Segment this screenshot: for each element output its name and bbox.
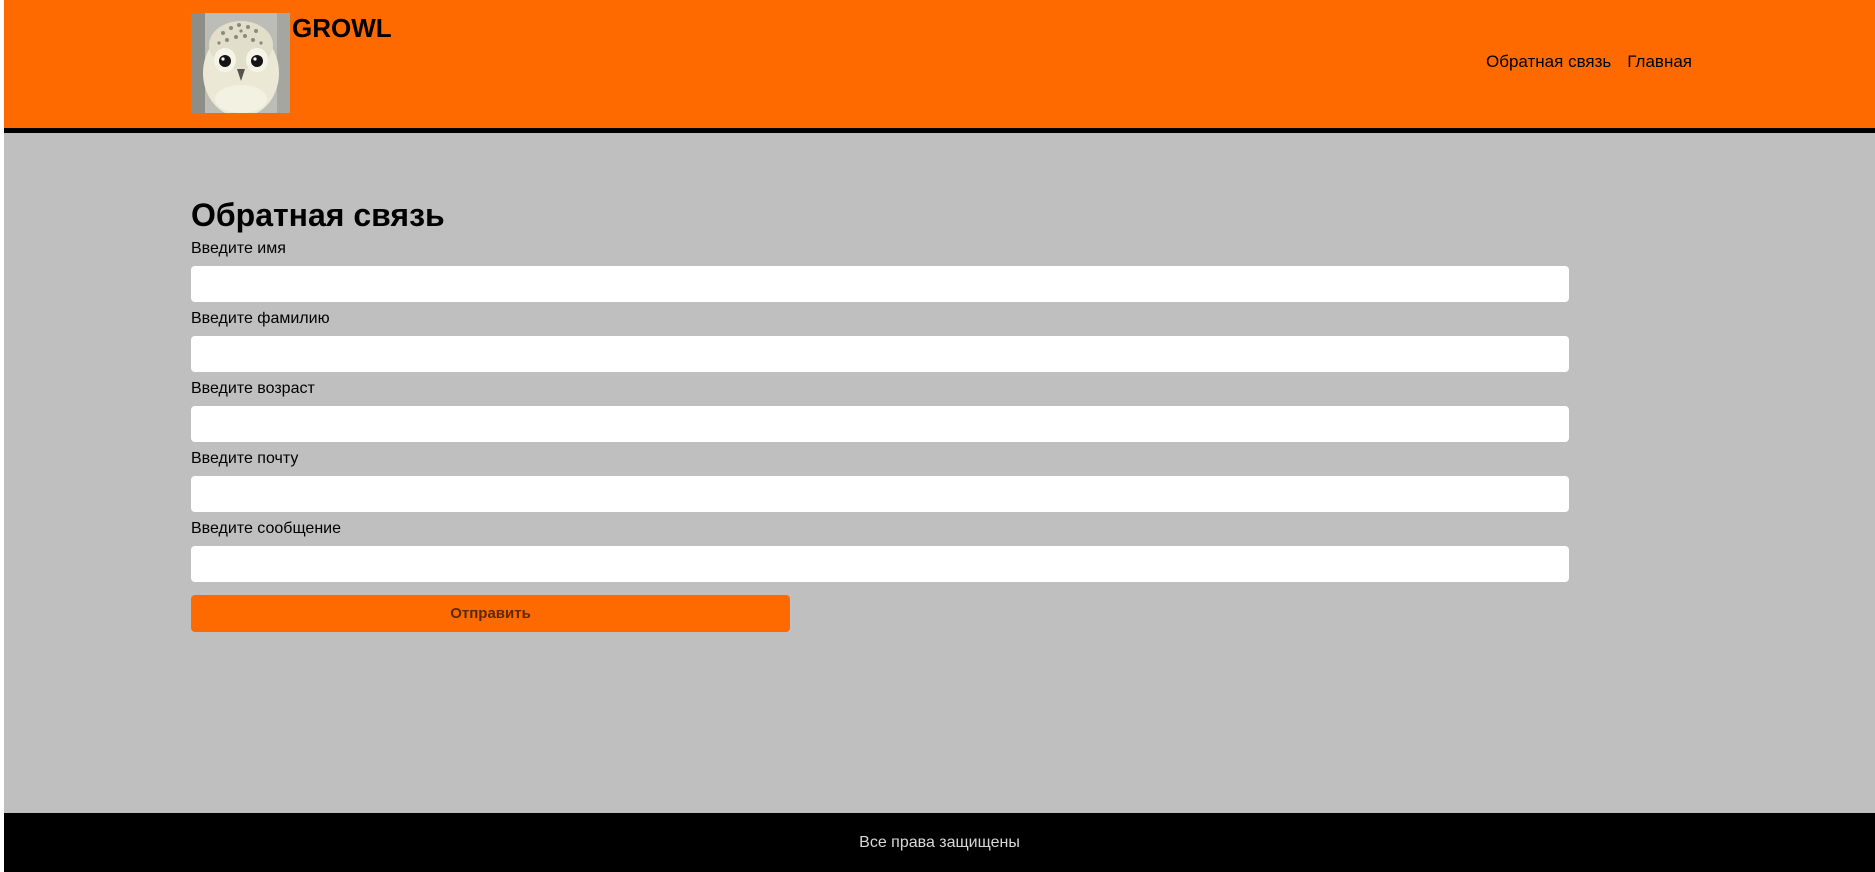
- email-input[interactable]: [191, 476, 1569, 512]
- main-nav: Обратная связь Главная: [1486, 52, 1692, 72]
- age-input[interactable]: [191, 406, 1569, 442]
- page: GROWL Обратная связь Главная Обратная св…: [4, 0, 1875, 872]
- first-name-label: Введите имя: [191, 240, 286, 257]
- last-name-label: Введите фамилию: [191, 310, 330, 327]
- brand-name: GROWL: [292, 13, 392, 43]
- last-name-input[interactable]: [191, 336, 1569, 372]
- first-name-input[interactable]: [191, 266, 1569, 302]
- nav-link-feedback[interactable]: Обратная связь: [1486, 52, 1611, 72]
- email-label: Введите почту: [191, 450, 299, 467]
- message-input[interactable]: [191, 546, 1569, 582]
- copyright-text: Все права защищены: [859, 833, 1020, 851]
- page-title: Обратная связь: [191, 197, 445, 233]
- owl-logo-icon[interactable]: [191, 13, 290, 113]
- site-footer: Все права защищены: [4, 813, 1875, 872]
- nav-link-home[interactable]: Главная: [1627, 52, 1692, 72]
- site-header: GROWL Обратная связь Главная: [4, 0, 1875, 133]
- owl-photo-icon: [191, 13, 290, 113]
- message-label: Введите сообщение: [191, 520, 341, 537]
- age-label: Введите возраст: [191, 380, 315, 397]
- submit-button[interactable]: Отправить: [191, 595, 790, 632]
- feedback-form: Обратная связь Введите имя Введите фамил…: [191, 195, 1569, 632]
